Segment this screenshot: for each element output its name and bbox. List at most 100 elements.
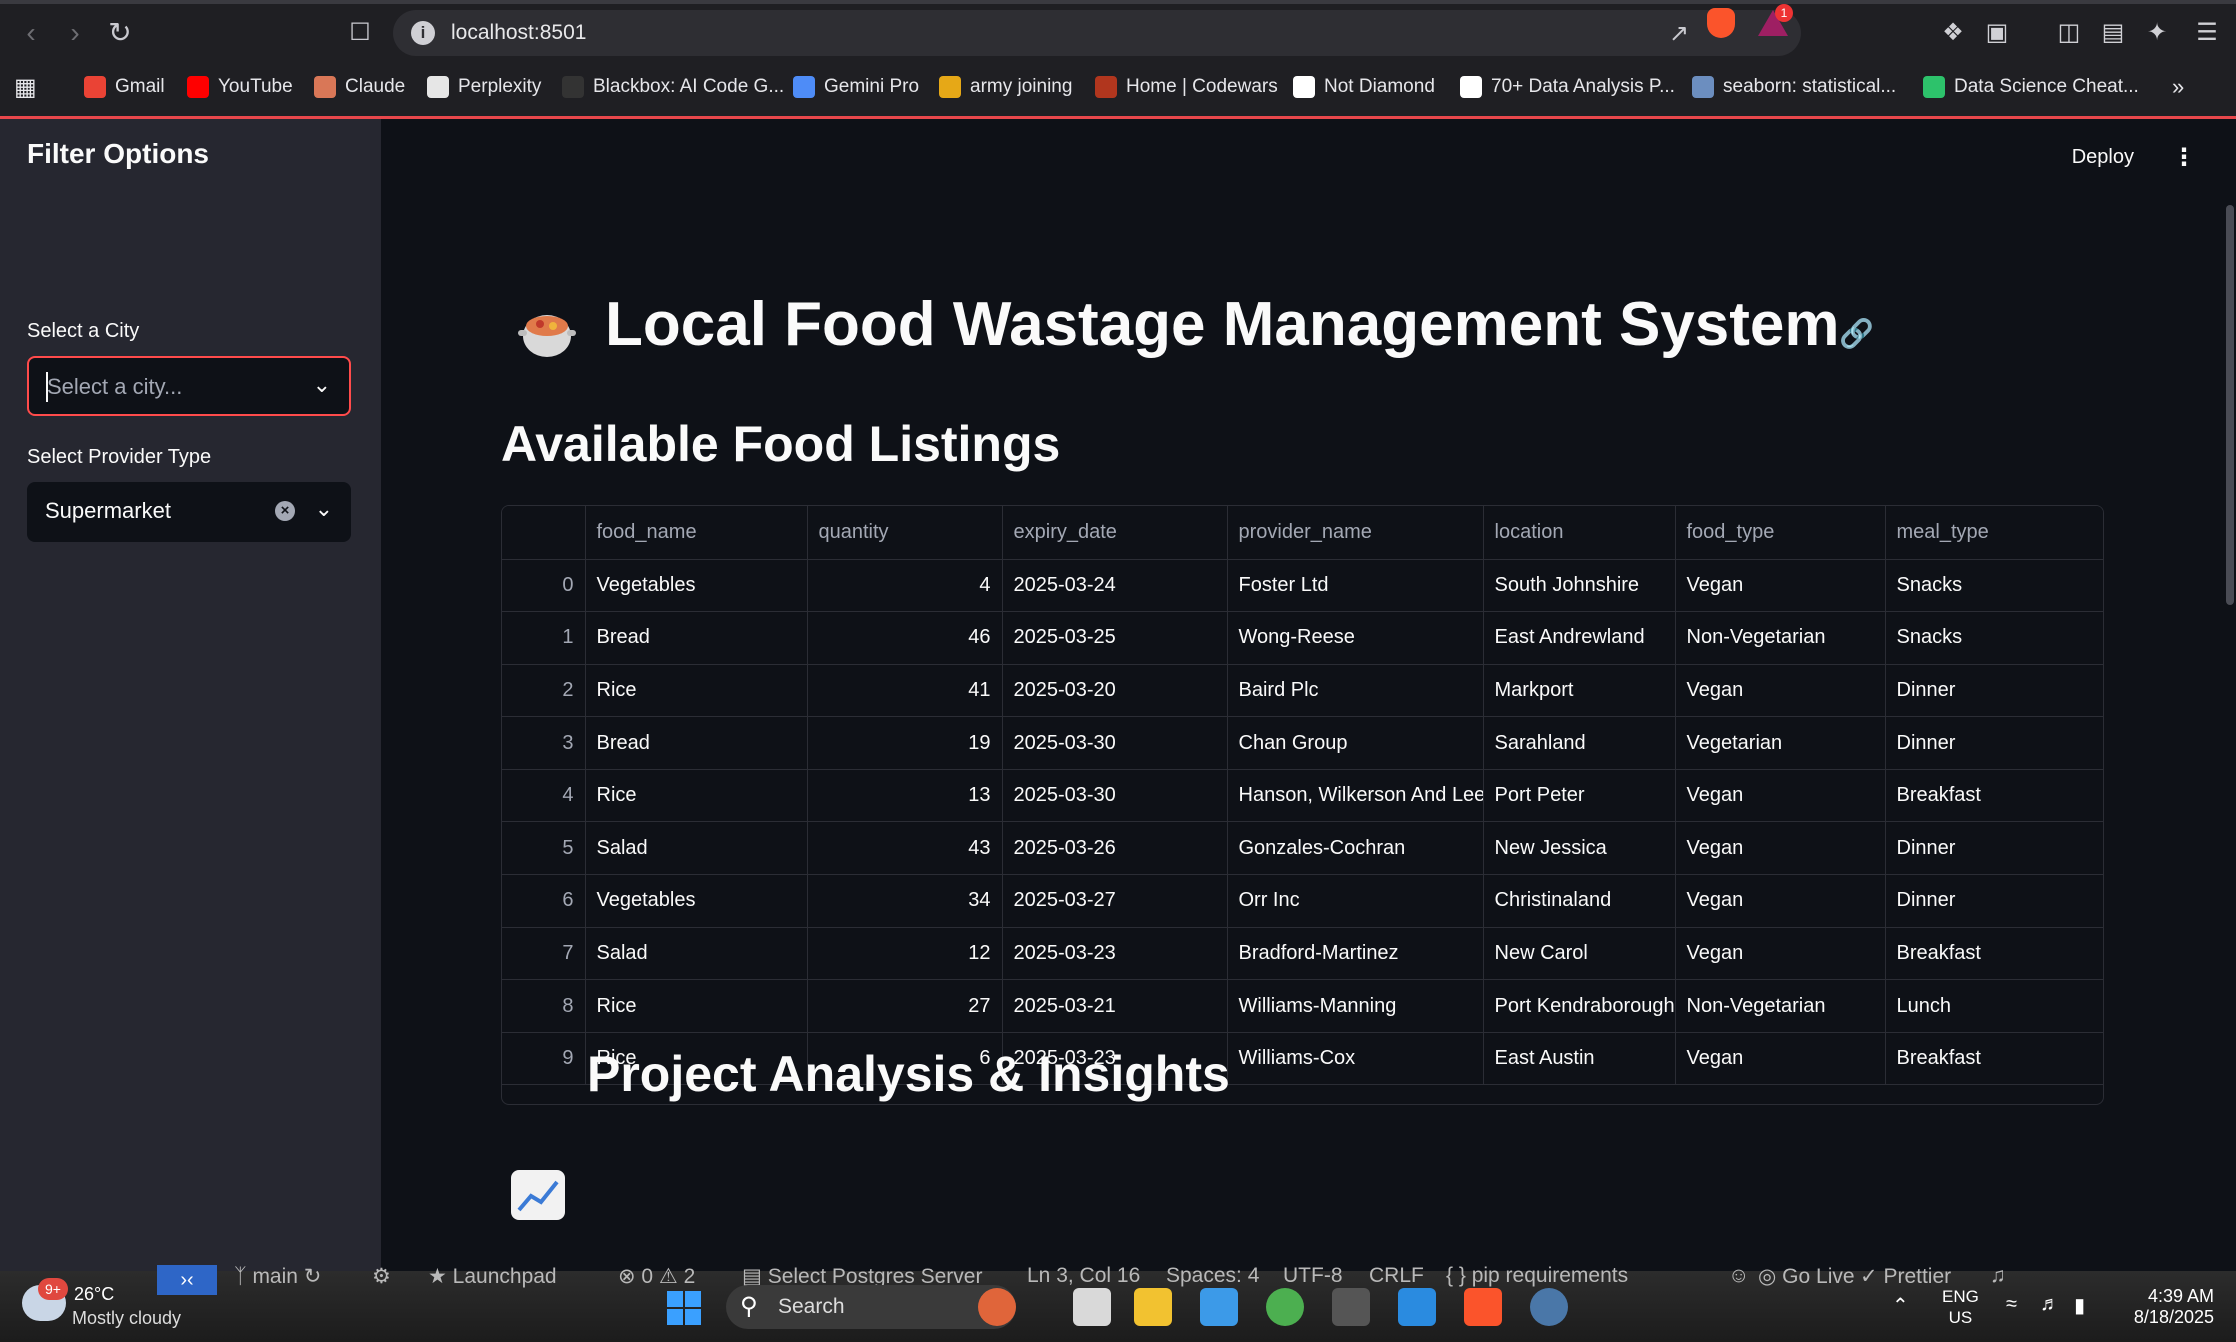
bookmark-claude[interactable]: Claude (314, 72, 405, 102)
problems-count[interactable]: ⊗ 0 ⚠ 2 (618, 1264, 695, 1289)
table-cell[interactable]: Salad (585, 821, 808, 876)
balloons-widget-icon[interactable] (978, 1288, 1016, 1326)
cursor-position[interactable]: Ln 3, Col 16 (1027, 1264, 1140, 1288)
table-cell[interactable]: Hanson, Wilkerson And Lee (1227, 769, 1484, 823)
table-cell[interactable]: Markport (1483, 664, 1676, 718)
table-cell[interactable]: Orr Inc (1227, 874, 1484, 928)
scrollbar[interactable] (2226, 205, 2234, 605)
bookmark-youtube[interactable]: YouTube (187, 72, 293, 102)
table-row[interactable]: 4 Rice 13 2025-03-30 Hanson, Wilkerson And L… (502, 769, 2103, 823)
bookmark-seaborn[interactable]: seaborn: statistical... (1692, 72, 1896, 102)
launchpad-item[interactable]: ★ Launchpad (428, 1264, 557, 1289)
column-header[interactable]: quantity (807, 506, 1003, 560)
table-cell[interactable]: Port Peter (1483, 769, 1676, 823)
table-cell[interactable]: 41 (807, 664, 1003, 718)
table-cell[interactable]: New Jessica (1483, 821, 1676, 876)
line-endings[interactable]: CRLF (1369, 1264, 1424, 1288)
column-header[interactable]: meal_type (1885, 506, 2103, 560)
table-cell[interactable]: Vegetarian (1675, 716, 1886, 770)
bookmark-gemini[interactable]: Gemini Pro (793, 72, 919, 102)
table-cell[interactable]: East Austin (1483, 1032, 1676, 1086)
table-cell[interactable]: 13 (807, 769, 1003, 823)
table-cell[interactable]: 2025-03-26 (1002, 821, 1228, 876)
weather-description[interactable]: Mostly cloudy (72, 1308, 181, 1329)
table-cell[interactable]: Salad (585, 927, 808, 981)
table-row[interactable]: 7 Salad 12 2025-03-23 Bradford-Martinez New C… (502, 927, 2103, 981)
city-select[interactable]: Select a city... ⌄ (27, 356, 351, 416)
table-cell[interactable]: Bradford-Martinez (1227, 927, 1484, 981)
table-cell[interactable]: 19 (807, 716, 1003, 770)
table-cell[interactable]: Vegan (1675, 927, 1886, 981)
deploy-button[interactable]: Deploy (2072, 146, 2134, 169)
bookmark-icon[interactable]: ☐ (343, 16, 377, 50)
table-cell[interactable]: Dinner (1885, 874, 2103, 928)
table-cell[interactable]: Snacks (1885, 611, 2103, 665)
table-cell[interactable]: 2025-03-23 (1002, 927, 1228, 981)
table-cell[interactable]: Port Kendraborough (1483, 979, 1676, 1033)
url-text[interactable]: localhost:8501 (451, 21, 586, 45)
postgres-icon[interactable] (1530, 1288, 1568, 1326)
provider-select[interactable]: Supermarket × ⌄ (27, 482, 351, 542)
volume-icon[interactable]: ♬ (2040, 1293, 2060, 1316)
vscode-icon[interactable] (1398, 1288, 1436, 1326)
chevron-down-icon[interactable]: ⌄ (315, 496, 333, 522)
table-cell[interactable]: New Carol (1483, 927, 1676, 981)
prettier-item[interactable]: ✓ Prettier (1860, 1264, 1951, 1289)
reload-icon[interactable]: ↻ (103, 16, 137, 50)
microsoft-store-icon[interactable] (1200, 1288, 1238, 1326)
column-header[interactable]: provider_name (1227, 506, 1484, 560)
clock[interactable]: 4:39 AM 8/18/2025 (2134, 1286, 2214, 1328)
notifications-bell-icon[interactable]: ♫ (1990, 1264, 2006, 1288)
row-index[interactable]: 0 (502, 559, 586, 613)
menu-icon[interactable]: ☰ (2190, 16, 2224, 50)
table-row[interactable]: 2 Rice 41 2025-03-20 Baird Plc Markport Vegan D… (502, 664, 2103, 718)
food-listings-table[interactable]: food_name quantity expiry_date provider_… (501, 505, 2104, 1105)
encoding[interactable]: UTF-8 (1283, 1264, 1343, 1288)
table-cell[interactable]: 2025-03-30 (1002, 769, 1228, 823)
table-cell[interactable]: Rice (585, 769, 808, 823)
table-row[interactable]: 1 Bread 46 2025-03-25 Wong-Reese East Andrewl… (502, 611, 2103, 665)
column-header[interactable] (502, 506, 586, 560)
more-bookmarks-icon[interactable]: » (2172, 72, 2184, 102)
table-cell[interactable]: Dinner (1885, 716, 2103, 770)
table-cell[interactable]: Non-Vegetarian (1675, 979, 1886, 1033)
table-cell[interactable]: Non-Vegetarian (1675, 611, 1886, 665)
indentation[interactable]: Spaces: 4 (1166, 1264, 1259, 1288)
bookmark-data-analysis[interactable]: 70+ Data Analysis P... (1460, 72, 1675, 102)
battery-icon[interactable]: ▮ (2074, 1293, 2085, 1318)
table-cell[interactable]: Vegan (1675, 874, 1886, 928)
table-cell[interactable]: Bread (585, 611, 808, 665)
address-bar[interactable]: i localhost:8501 ↗ (393, 10, 1801, 56)
tray-overflow-icon[interactable]: ⌃ (1892, 1293, 1909, 1318)
table-cell[interactable]: 12 (807, 927, 1003, 981)
table-cell[interactable]: 2025-03-25 (1002, 611, 1228, 665)
brave-shields-icon[interactable] (1707, 8, 1735, 38)
table-cell[interactable]: Williams-Cox (1227, 1032, 1484, 1086)
row-index[interactable]: 4 (502, 769, 586, 823)
column-header[interactable]: expiry_date (1002, 506, 1228, 560)
apps-grid-icon[interactable]: ▦ (14, 72, 37, 102)
table-cell[interactable]: Foster Ltd (1227, 559, 1484, 613)
column-header[interactable]: food_type (1675, 506, 1886, 560)
table-cell[interactable]: Vegan (1675, 821, 1886, 876)
bookmark-army-joining[interactable]: army joining (939, 72, 1072, 102)
screenshot-icon[interactable]: ▣ (1980, 16, 2014, 50)
clear-icon[interactable]: × (275, 501, 295, 521)
wallet-icon[interactable]: ▤ (2096, 16, 2130, 50)
table-cell[interactable]: Vegan (1675, 559, 1886, 613)
table-row[interactable]: 8 Rice 27 2025-03-21 Williams-Manning Port Ke… (502, 979, 2103, 1033)
anchor-link-icon[interactable]: 🔗 (1839, 317, 1874, 350)
table-cell[interactable]: Vegetables (585, 874, 808, 928)
row-index[interactable]: 8 (502, 979, 586, 1033)
git-branch[interactable]: ᛉ main ↻ (234, 1264, 321, 1289)
chrome-icon[interactable] (1266, 1288, 1304, 1326)
bookmark-data-science[interactable]: Data Science Cheat... (1923, 72, 2139, 102)
task-view-icon[interactable] (1073, 1288, 1111, 1326)
bookmark-perplexity[interactable]: Perplexity (427, 72, 541, 102)
table-cell[interactable]: Dinner (1885, 821, 2103, 876)
windows-start-icon[interactable] (667, 1291, 701, 1325)
sidebar-toggle-icon[interactable]: ◫ (2052, 16, 2086, 50)
table-cell[interactable]: Bread (585, 716, 808, 770)
bookmark-codewars[interactable]: Home | Codewars (1095, 72, 1278, 102)
table-cell[interactable]: Rice (585, 979, 808, 1033)
